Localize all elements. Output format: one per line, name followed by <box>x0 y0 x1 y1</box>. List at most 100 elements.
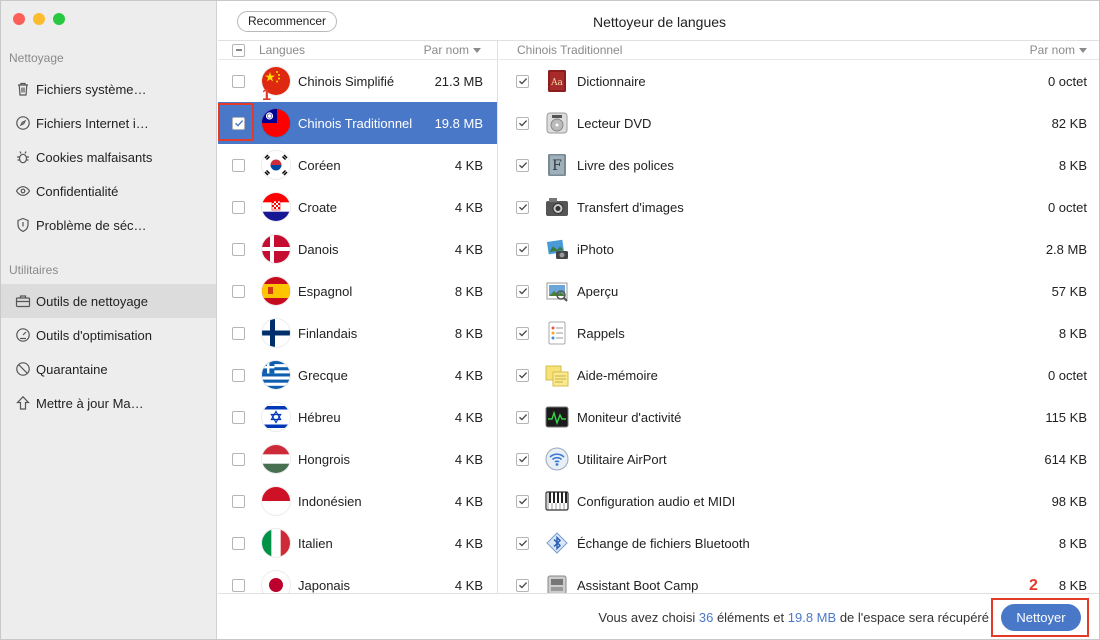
sidebar-section-title: Utilitaires <box>9 263 59 277</box>
language-checkbox[interactable] <box>232 326 245 340</box>
apps-sort-dropdown[interactable]: Par nom <box>1030 43 1087 57</box>
indonesia-flag-icon <box>262 487 290 515</box>
sort-label: Par nom <box>1029 43 1075 57</box>
airport-icon <box>544 446 570 472</box>
language-row[interactable]: Italien 4 KB <box>218 522 497 564</box>
sidebar-item-internet-files[interactable]: Fichiers Internet i… <box>1 106 216 140</box>
app-size: 115 KB <box>1045 409 1087 425</box>
app-checkbox[interactable] <box>516 494 529 508</box>
app-row[interactable]: Transfert d'images 0 octet <box>499 186 1099 228</box>
language-row[interactable]: Chinois Simplifié 21.3 MB <box>218 60 497 102</box>
sidebar-item-security[interactable]: Problème de séc… <box>1 208 216 242</box>
window-title: Nettoyeur de langues <box>592 14 727 30</box>
preview-icon <box>544 278 570 304</box>
language-checkbox[interactable] <box>232 368 245 382</box>
app-size: 8 KB <box>1058 157 1087 173</box>
language-name: Croate <box>298 199 338 215</box>
language-checkbox[interactable] <box>232 158 245 172</box>
sidebar-item-system-files[interactable]: Fichiers système… <box>1 72 216 106</box>
app-row[interactable]: Échange de fichiers Bluetooth 8 KB <box>499 522 1099 564</box>
language-checkbox[interactable] <box>232 242 245 256</box>
minimize-window-button[interactable] <box>33 13 45 25</box>
language-row[interactable]: Hongrois 4 KB <box>218 438 497 480</box>
language-checkbox[interactable] <box>232 74 245 88</box>
fontbook-icon: F <box>544 152 570 178</box>
language-checkbox[interactable] <box>232 536 245 550</box>
zoom-window-button[interactable] <box>53 13 65 25</box>
sidebar-item-optimization-tools[interactable]: Outils d'optimisation <box>1 318 216 352</box>
summary-text: Vous avez choisi <box>598 610 696 625</box>
iphoto-icon <box>544 236 570 262</box>
camera-icon <box>544 194 570 220</box>
app-row[interactable]: Rappels 8 KB <box>499 312 1099 354</box>
language-size: 8 KB <box>454 325 483 341</box>
app-row[interactable]: Assistant Boot Camp 8 KB <box>499 564 1099 593</box>
app-row[interactable]: Configuration audio et MIDI 98 KB <box>499 480 1099 522</box>
toolbox-icon <box>11 293 35 309</box>
sidebar-item-quarantine[interactable]: Quarantaine <box>1 352 216 386</box>
caret-down-icon <box>1079 48 1087 54</box>
app-name: Transfert d'images <box>577 199 684 215</box>
language-row[interactable]: Coréen 4 KB <box>218 144 497 186</box>
app-row[interactable]: F Livre des polices 8 KB <box>499 144 1099 186</box>
language-row[interactable]: Croate 4 KB <box>218 186 497 228</box>
language-row-selected[interactable]: Chinois Traditionnel 19.8 MB <box>218 102 497 144</box>
app-checkbox[interactable] <box>516 116 529 130</box>
language-row[interactable]: Hébreu 4 KB <box>218 396 497 438</box>
app-checkbox[interactable] <box>516 284 529 298</box>
app-checkbox[interactable] <box>516 200 529 214</box>
app-row[interactable]: Aide-mémoire 0 octet <box>499 354 1099 396</box>
language-row[interactable]: Espagnol 8 KB <box>218 270 497 312</box>
app-size: 82 KB <box>1051 115 1087 131</box>
language-row[interactable]: Japonais 4 KB <box>218 564 497 593</box>
language-checkbox[interactable] <box>232 578 245 592</box>
language-size: 21.3 MB <box>434 73 483 89</box>
israel-flag-icon <box>262 403 290 431</box>
language-size: 4 KB <box>454 241 483 257</box>
app-checkbox[interactable] <box>516 74 529 88</box>
sidebar-item-cleaning-tools[interactable]: Outils de nettoyage <box>1 284 216 318</box>
sidebar-item-cookies[interactable]: Cookies malfaisants <box>1 140 216 174</box>
app-name: Configuration audio et MIDI <box>577 493 736 509</box>
language-checkbox[interactable] <box>232 452 245 466</box>
language-row[interactable]: Finlandais 8 KB <box>218 312 497 354</box>
language-size: 4 KB <box>454 535 483 551</box>
app-checkbox[interactable] <box>516 410 529 424</box>
language-checkbox[interactable] <box>232 200 245 214</box>
sidebar-item-privacy[interactable]: Confidentialité <box>1 174 216 208</box>
language-row[interactable]: Grecque 4 KB <box>218 354 497 396</box>
taiwan-flag-icon <box>262 109 290 137</box>
language-name: Danois <box>298 241 339 257</box>
dvd-icon <box>544 110 570 136</box>
spain-flag-icon <box>262 277 290 305</box>
close-window-button[interactable] <box>13 13 25 25</box>
sidebar-item-update[interactable]: Mettre à jour Ma… <box>1 386 216 420</box>
eye-icon <box>11 183 35 199</box>
languages-sort-dropdown[interactable]: Par nom <box>424 43 481 57</box>
app-checkbox[interactable] <box>516 368 529 382</box>
language-checkbox[interactable] <box>232 494 245 508</box>
language-row[interactable]: Danois 4 KB <box>218 228 497 270</box>
language-size: 4 KB <box>454 451 483 467</box>
app-checkbox[interactable] <box>516 536 529 550</box>
midi-icon <box>544 488 570 514</box>
apps-header-label: Chinois Traditionnel <box>517 43 623 57</box>
language-checkbox[interactable] <box>232 410 245 424</box>
app-checkbox[interactable] <box>516 326 529 340</box>
language-name: Chinois Simplifié <box>298 73 395 89</box>
language-checkbox[interactable] <box>232 284 245 298</box>
app-checkbox[interactable] <box>516 158 529 172</box>
app-row[interactable]: Aperçu 57 KB <box>499 270 1099 312</box>
app-checkbox[interactable] <box>516 242 529 256</box>
app-checkbox[interactable] <box>516 452 529 466</box>
app-row[interactable]: Moniteur d'activité 115 KB <box>499 396 1099 438</box>
language-row[interactable]: Indonésien 4 KB <box>218 480 497 522</box>
app-size: 57 KB <box>1051 283 1087 299</box>
app-row[interactable]: Aa Dictionnaire 0 octet <box>499 60 1099 102</box>
app-checkbox[interactable] <box>516 578 529 592</box>
select-all-checkbox[interactable] <box>232 43 245 57</box>
summary-text: éléments et <box>716 610 785 625</box>
app-row[interactable]: Utilitaire AirPort 614 KB <box>499 438 1099 480</box>
app-row[interactable]: iPhoto 2.8 MB <box>499 228 1099 270</box>
app-row[interactable]: Lecteur DVD 82 KB <box>499 102 1099 144</box>
